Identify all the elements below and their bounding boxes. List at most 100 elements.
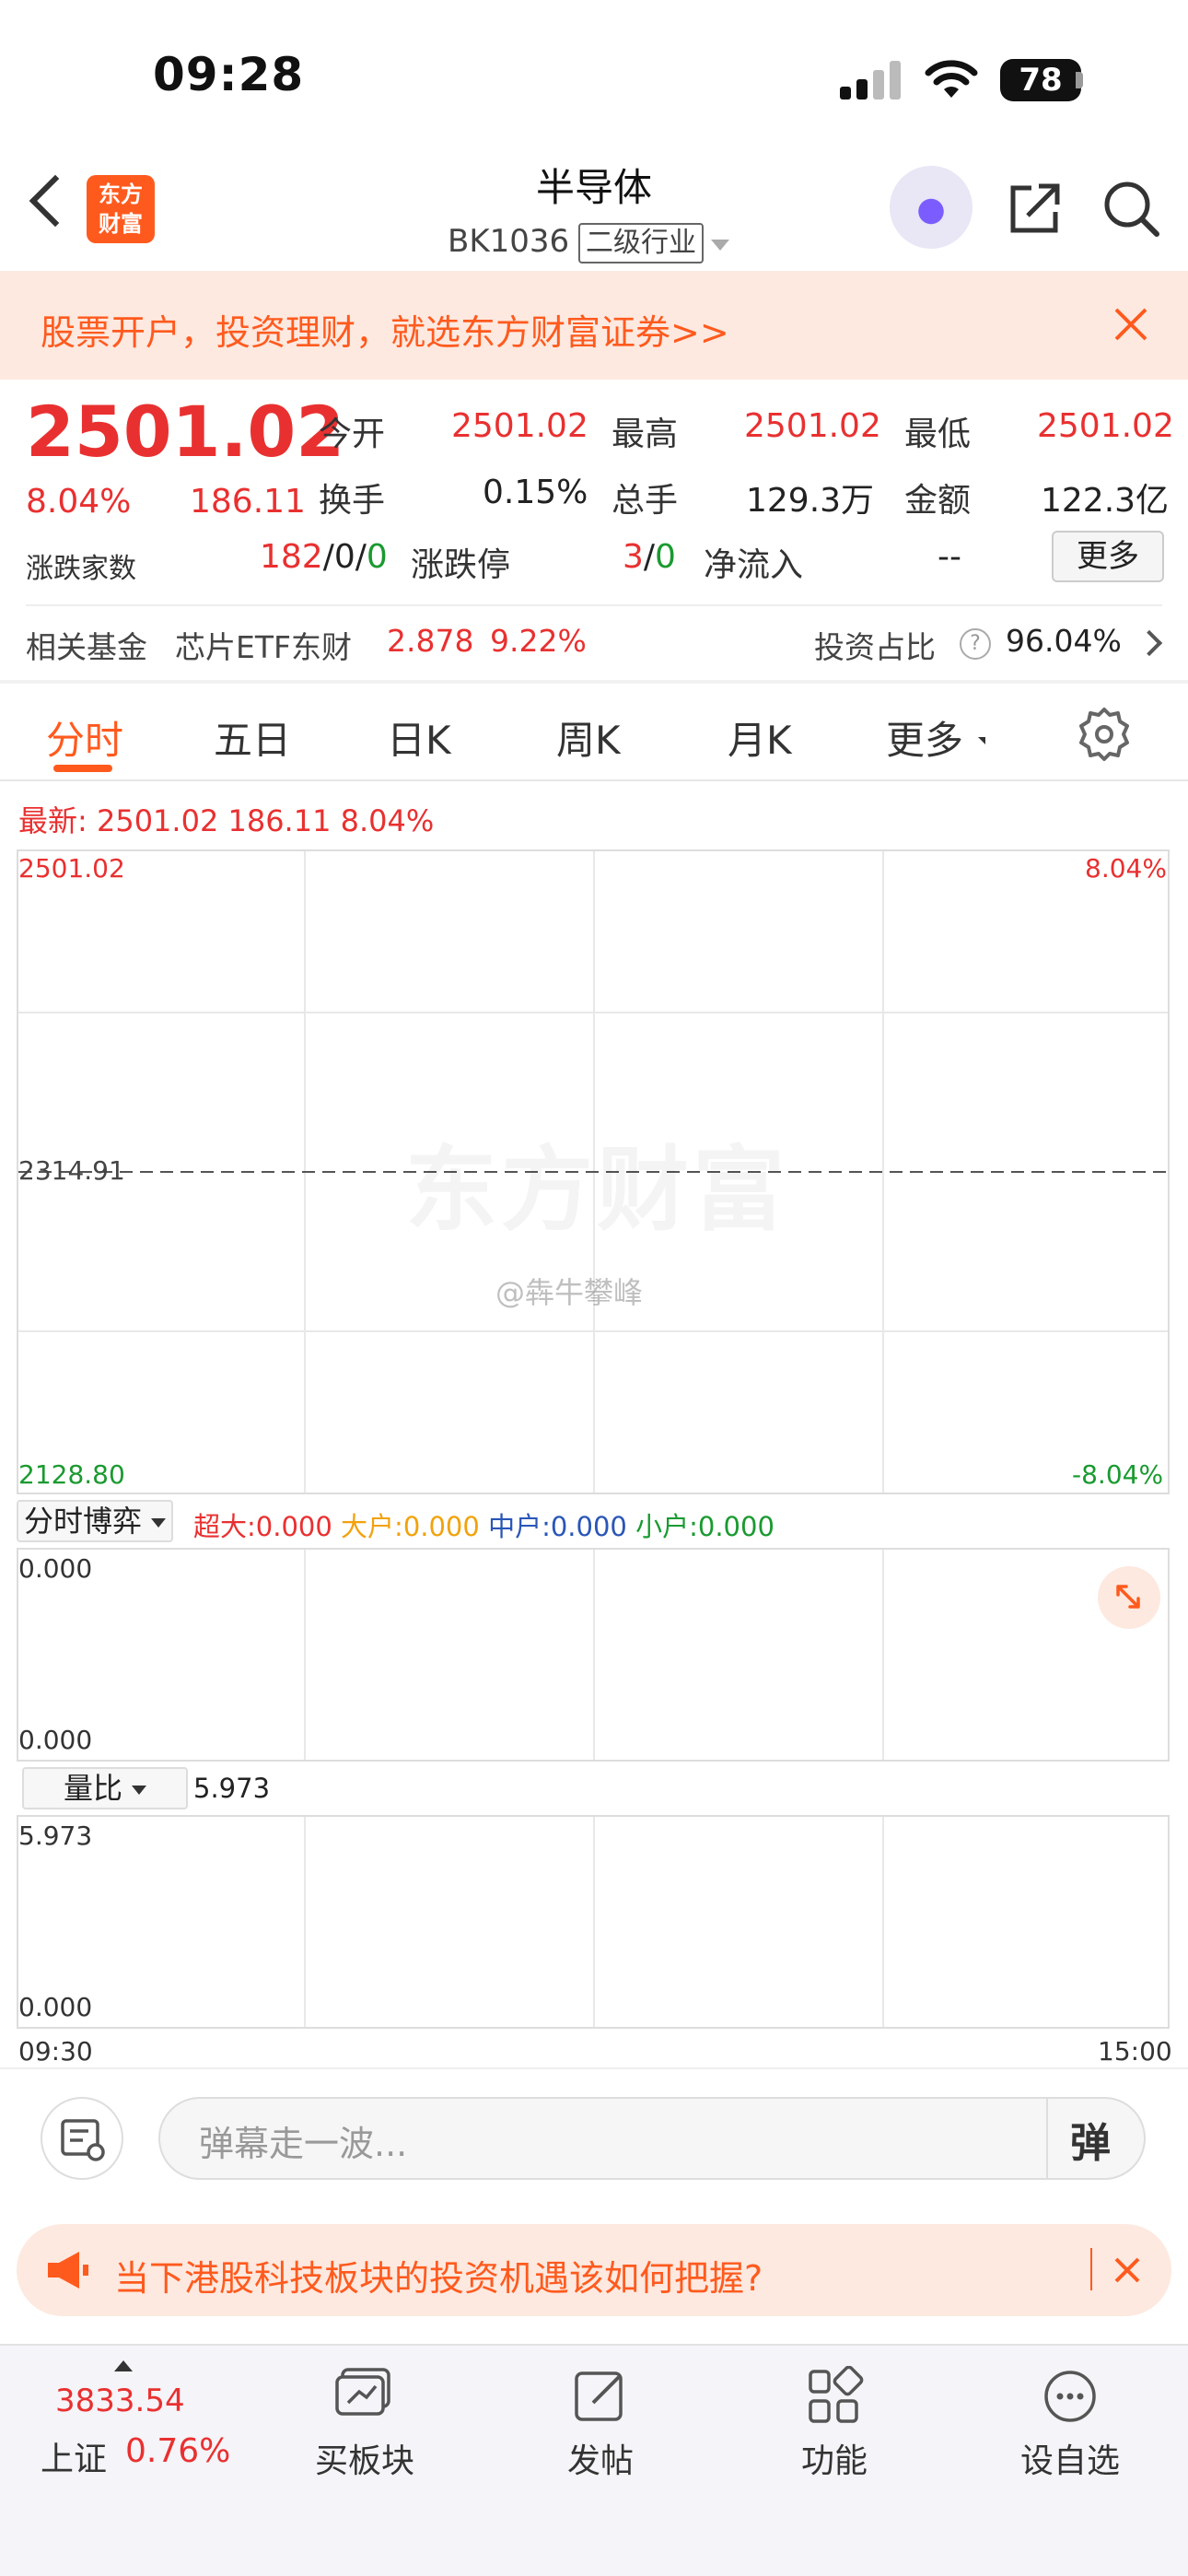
promo-banner-text[interactable]: 股票开户，投资理财，就选东方财富证券>> bbox=[41, 304, 729, 355]
tabs-divider bbox=[0, 779, 1188, 781]
limit-label: 涨跌停 bbox=[411, 546, 511, 584]
s-value: 0.000 bbox=[697, 1511, 775, 1542]
open-value: 2501.02 bbox=[451, 407, 588, 445]
danmaku-settings-icon[interactable] bbox=[41, 2097, 123, 2180]
latest-label: 最新: bbox=[18, 803, 87, 838]
pct-axis-top: 8.04% bbox=[1085, 853, 1167, 884]
index-value[interactable]: 3833.54 bbox=[55, 2383, 185, 2419]
more-dots-icon bbox=[1044, 2371, 1096, 2422]
order-flow-y-top: 0.000 bbox=[18, 1553, 93, 1584]
order-flow-legend: 超大:0.000 大户:0.000 中户:0.000 小户:0.000 bbox=[193, 1505, 775, 1544]
open-label: 今开 bbox=[319, 416, 386, 453]
indicator-select[interactable]: 分时博弈 bbox=[17, 1500, 174, 1542]
expand-icon[interactable] bbox=[1098, 1566, 1160, 1629]
tab-intraday[interactable]: 分时 bbox=[46, 709, 123, 766]
news-divider bbox=[1090, 2248, 1092, 2290]
tab-weekly-k[interactable]: 周K bbox=[556, 709, 621, 766]
gear-icon[interactable] bbox=[1076, 706, 1133, 763]
divider bbox=[0, 2067, 1188, 2069]
fund-pct: 9.22% bbox=[490, 623, 587, 659]
index-name[interactable]: 上证 bbox=[41, 2432, 107, 2480]
nav-post[interactable]: 发帖 bbox=[508, 2357, 693, 2486]
nav-functions-label: 功能 bbox=[800, 2442, 868, 2480]
fund-name[interactable]: 芯片ETF东财 bbox=[175, 623, 352, 667]
search-icon[interactable] bbox=[1101, 179, 1160, 238]
breadth-sep: / bbox=[355, 538, 367, 576]
nav-functions[interactable]: 功能 bbox=[742, 2357, 926, 2486]
weibo-watermark: @犇牛攀峰 bbox=[495, 1275, 644, 1310]
input-divider bbox=[1046, 2099, 1048, 2178]
volume-ratio-y-bottom: 0.000 bbox=[18, 1992, 93, 2022]
chevron-down-icon bbox=[151, 1518, 167, 1528]
chevron-up-icon[interactable] bbox=[114, 2360, 133, 2371]
current-price: 2501.02 bbox=[26, 391, 345, 473]
grid-line bbox=[593, 1817, 595, 2027]
tab-monthly-k[interactable]: 月K bbox=[728, 709, 792, 766]
volume-ratio-select[interactable]: 量比 bbox=[22, 1767, 188, 1809]
turnover-label: 换手 bbox=[319, 482, 386, 520]
grid-line bbox=[304, 1817, 306, 2027]
high-label: 最高 bbox=[611, 416, 679, 453]
nav-add-watchlist[interactable]: 设自选 bbox=[978, 2357, 1162, 2486]
fund-label: 相关基金 bbox=[26, 629, 147, 665]
breadth-values: 182/0/0 bbox=[260, 538, 388, 576]
order-flow-y-bottom: 0.000 bbox=[18, 1725, 93, 1755]
chevron-down-icon[interactable] bbox=[711, 240, 729, 251]
breadth-sep: / bbox=[322, 538, 334, 576]
latest-quote-line: 最新: 2501.02 186.11 8.04% bbox=[18, 798, 434, 840]
help-icon[interactable]: ? bbox=[960, 628, 991, 660]
volume-label: 总手 bbox=[611, 482, 679, 520]
robot-avatar-icon[interactable] bbox=[890, 166, 973, 249]
l-label: 大户: bbox=[341, 1511, 403, 1542]
nav-buy-sector[interactable]: 买板块 bbox=[273, 2357, 457, 2486]
breadth-up: 182 bbox=[260, 538, 323, 576]
limit-values: 3/0 bbox=[623, 538, 676, 576]
grid-icon bbox=[809, 2366, 864, 2423]
volume-value: 129.3万 bbox=[746, 482, 875, 520]
time-axis-start: 09:30 bbox=[18, 2036, 93, 2067]
wifi-icon bbox=[925, 60, 978, 98]
sector-icon bbox=[335, 2368, 390, 2416]
breadth-down: 0 bbox=[366, 538, 388, 576]
megaphone-icon bbox=[48, 2252, 88, 2289]
m-label: 中户: bbox=[488, 1511, 551, 1542]
more-button[interactable]: 更多 bbox=[1052, 531, 1164, 582]
limit-down: 0 bbox=[655, 538, 676, 576]
nav-post-label: 发帖 bbox=[566, 2442, 634, 2480]
close-icon[interactable] bbox=[1112, 306, 1149, 343]
ratio-label: 投资占比 bbox=[814, 629, 936, 665]
fund-price: 2.878 bbox=[387, 623, 474, 659]
limit-up: 3 bbox=[623, 538, 644, 576]
xl-value: 0.000 bbox=[255, 1511, 332, 1542]
battery-tip bbox=[1076, 72, 1083, 88]
divider bbox=[26, 604, 1162, 606]
active-tab-indicator bbox=[53, 765, 112, 772]
index-pct[interactable]: 0.76% bbox=[125, 2432, 230, 2470]
chevron-right-icon[interactable] bbox=[1136, 629, 1163, 657]
y-axis-bottom: 2128.80 bbox=[18, 1459, 125, 1490]
s-label: 小户: bbox=[635, 1511, 698, 1542]
tab-more[interactable]: 更多 bbox=[886, 709, 963, 766]
signal-icon bbox=[840, 61, 901, 100]
y-axis-mid: 2314.91 bbox=[18, 1155, 125, 1186]
turnover-value: 0.15% bbox=[483, 474, 588, 511]
brand-watermark: 东方财富 bbox=[405, 1115, 788, 1248]
grid-line bbox=[882, 1817, 884, 2027]
limit-sep: / bbox=[643, 538, 656, 576]
tab-five-day[interactable]: 五日 bbox=[214, 709, 291, 766]
change-pct: 8.04% bbox=[26, 483, 132, 521]
chevron-down-icon bbox=[132, 1786, 146, 1795]
danmaku-placeholder: 弹幕走一波... bbox=[199, 2124, 408, 2164]
tab-daily-k[interactable]: 日K bbox=[387, 709, 451, 766]
news-headline[interactable]: 当下港股科技板块的投资机遇该如何把握? bbox=[114, 2250, 763, 2301]
sector-level-tag[interactable]: 二级行业 bbox=[578, 223, 704, 263]
breadth-flat: 0 bbox=[333, 538, 355, 576]
sector-code: BK1036 bbox=[448, 223, 570, 260]
indicator-select-label: 分时博弈 bbox=[24, 1504, 143, 1539]
grid-line bbox=[304, 1550, 306, 1760]
danmaku-toggle-button[interactable]: 弹 bbox=[1070, 2110, 1111, 2169]
inflow-value: -- bbox=[938, 538, 961, 576]
amount-value: 122.3亿 bbox=[1041, 482, 1170, 520]
close-icon[interactable] bbox=[1111, 2254, 1144, 2287]
share-icon[interactable] bbox=[1007, 181, 1063, 236]
